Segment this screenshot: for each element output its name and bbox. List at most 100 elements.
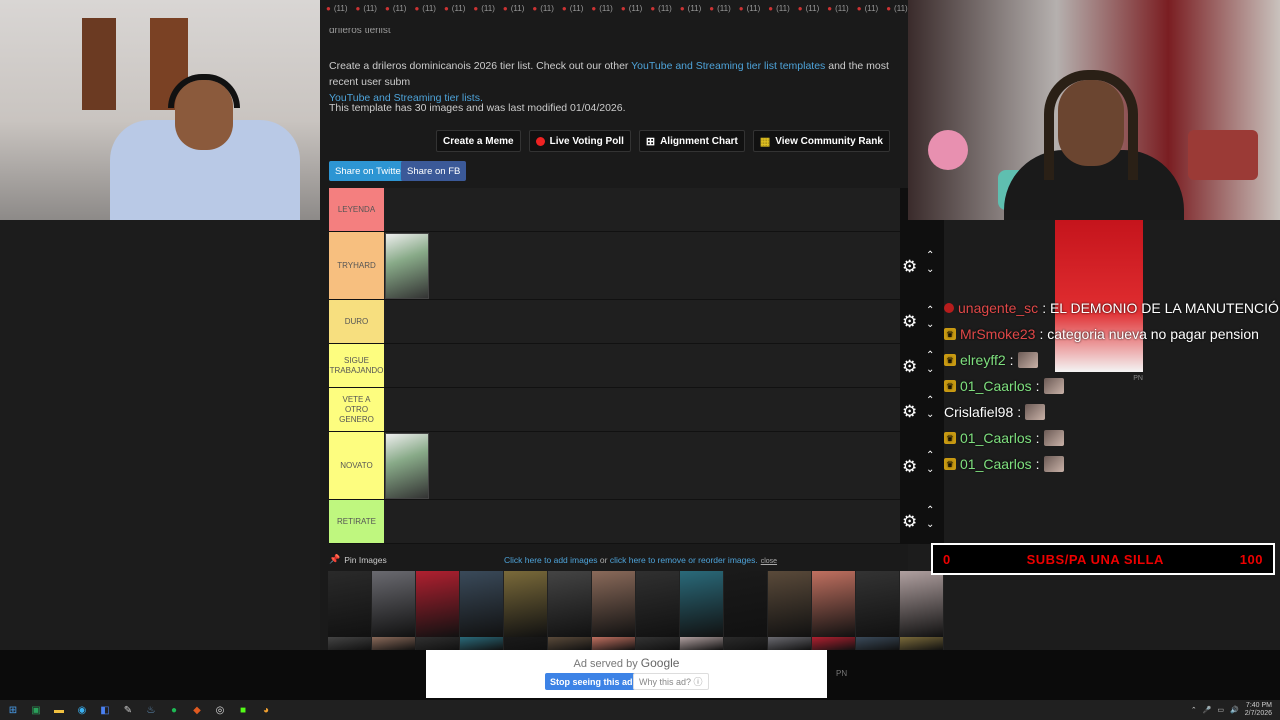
pool-image[interactable] [504,637,548,650]
pool-image[interactable] [460,637,504,650]
tier-drop-zone[interactable] [384,232,900,299]
tier-label[interactable]: NOVATO [329,432,384,499]
mic-icon[interactable]: 🎤 [1203,706,1212,714]
pool-image[interactable] [724,571,768,637]
live-poll-button[interactable]: Live Voting Poll [528,130,631,152]
pool-image[interactable] [416,637,460,650]
clock[interactable]: 7:40 PM 2/7/2026 [1245,702,1272,718]
chat-username[interactable]: elreyff2 [960,352,1006,368]
pin-images-toggle[interactable]: 📌 Pin Images [329,554,387,565]
chrome-icon[interactable]: ◕ [259,703,273,717]
pool-image[interactable] [768,637,812,650]
chevron-up-icon[interactable]: ⌃ [926,249,934,263]
tier-label[interactable]: DURO [329,300,384,343]
chat-username[interactable]: 01_Caarlos [960,430,1032,446]
gear-icon[interactable]: ⚙ [902,357,917,377]
network-icon[interactable]: ▭ [1217,706,1224,714]
pool-image[interactable] [680,637,724,650]
tier-image[interactable] [385,232,429,299]
chevron-down-icon[interactable]: ⌄ [926,408,934,422]
share-twitter-button[interactable]: Share on Twitter [329,161,411,181]
chevron-down-icon[interactable]: ⌄ [926,263,934,277]
tier-image[interactable] [385,432,429,499]
reorder-images-link[interactable]: click here to remove or reorder images. [610,555,758,565]
tier-drop-zone[interactable] [384,344,900,387]
chevron-up-icon[interactable]: ⌃ [926,394,934,408]
pen-icon[interactable]: ✎ [121,703,135,717]
streaming-templates-link[interactable]: YouTube and Streaming tier list template… [631,60,825,72]
tier-label[interactable]: SIGUE TRABAJANDO [329,344,384,387]
pool-image[interactable] [680,571,724,637]
chevron-up-icon[interactable]: ⌃ [926,304,934,318]
share-fb-button[interactable]: Share on FB [401,161,467,181]
pool-image[interactable] [636,637,680,650]
pool-image[interactable] [636,571,680,637]
steam-icon[interactable]: ♨ [144,703,158,717]
chat-username[interactable]: unagente_sc [958,300,1038,316]
game-icon[interactable]: ◆ [190,703,204,717]
close-link[interactable]: close [761,558,777,565]
pool-image[interactable] [812,637,856,650]
tier-drop-zone[interactable] [384,500,900,543]
gear-icon[interactable]: ⚙ [902,257,917,277]
tier-drop-zone[interactable] [384,188,900,231]
chevron-down-icon[interactable]: ⌄ [926,318,934,332]
pool-image[interactable] [724,637,768,650]
pool-image[interactable] [548,571,592,637]
pool-image[interactable] [900,637,944,650]
pool-image[interactable] [328,637,372,650]
gear-icon[interactable]: ⚙ [902,312,917,332]
chevron-up-icon[interactable]: ⌃ [926,504,934,518]
obs-icon[interactable]: ◎ [213,703,227,717]
add-images-link[interactable]: Click here to add images [504,555,598,565]
chevron-up-icon[interactable]: ⌃ [926,449,934,463]
pool-image[interactable] [856,571,900,637]
tier-label[interactable]: LEYENDA [329,188,384,231]
chat-username[interactable]: 01_Caarlos [960,378,1032,394]
chevron-down-icon[interactable]: ⌄ [926,518,934,532]
tier-label[interactable]: VETE A OTRO GENERO [329,388,384,431]
side-ad[interactable]: PN [1055,220,1143,382]
tier-drop-zone[interactable] [384,388,900,431]
pool-image[interactable] [328,571,372,637]
gear-icon[interactable]: ⚙ [902,457,917,477]
chat-username[interactable]: MrSmoke23 [960,326,1035,342]
tier-label[interactable]: RETIRATE [329,500,384,543]
gear-icon[interactable]: ⚙ [902,402,917,422]
store-icon[interactable]: ◧ [98,703,112,717]
volume-icon[interactable]: 🔊 [1230,706,1239,714]
chevron-up-icon[interactable]: ⌃ [926,349,934,363]
pool-image[interactable] [592,571,636,637]
pool-image[interactable] [900,571,944,637]
spotify-icon[interactable]: ● [167,703,181,717]
tier-drop-zone[interactable] [384,300,900,343]
pool-image[interactable] [812,571,856,637]
community-rank-button[interactable]: ▦ View Community Rank [752,130,890,152]
alignment-chart-button[interactable]: ⊞ Alignment Chart [638,130,745,152]
tier-label[interactable]: TRYHARD [329,232,384,299]
tray-chevron-icon[interactable]: ⌃ [1191,706,1197,714]
windows-start-icon[interactable]: ⊞ [6,703,20,717]
chevron-down-icon[interactable]: ⌄ [926,463,934,477]
spreadsheet-icon[interactable]: ▣ [29,703,43,717]
stop-seeing-ad-button[interactable]: Stop seeing this ad [545,673,638,690]
browser-icon[interactable]: ◉ [75,703,89,717]
pool-image[interactable] [372,571,416,637]
pool-image[interactable] [372,637,416,650]
pool-image[interactable] [548,637,592,650]
chevron-down-icon[interactable]: ⌄ [926,363,934,377]
pool-image[interactable] [416,571,460,637]
why-this-ad-button[interactable]: Why this ad? ⓘ [633,673,709,690]
pool-image[interactable] [460,571,504,637]
tier-drop-zone[interactable] [384,432,900,499]
gear-icon[interactable]: ⚙ [902,512,917,532]
kick-icon[interactable]: ■ [236,703,250,717]
pool-image[interactable] [856,637,900,650]
folder-icon[interactable]: ▬ [52,703,66,717]
create-meme-button[interactable]: Create a Meme [436,130,521,152]
pool-image[interactable] [504,571,548,637]
chat-username[interactable]: Crislafiel98 [944,404,1013,420]
pool-image[interactable] [768,571,812,637]
chat-username[interactable]: 01_Caarlos [960,456,1032,472]
pool-image[interactable] [592,637,636,650]
